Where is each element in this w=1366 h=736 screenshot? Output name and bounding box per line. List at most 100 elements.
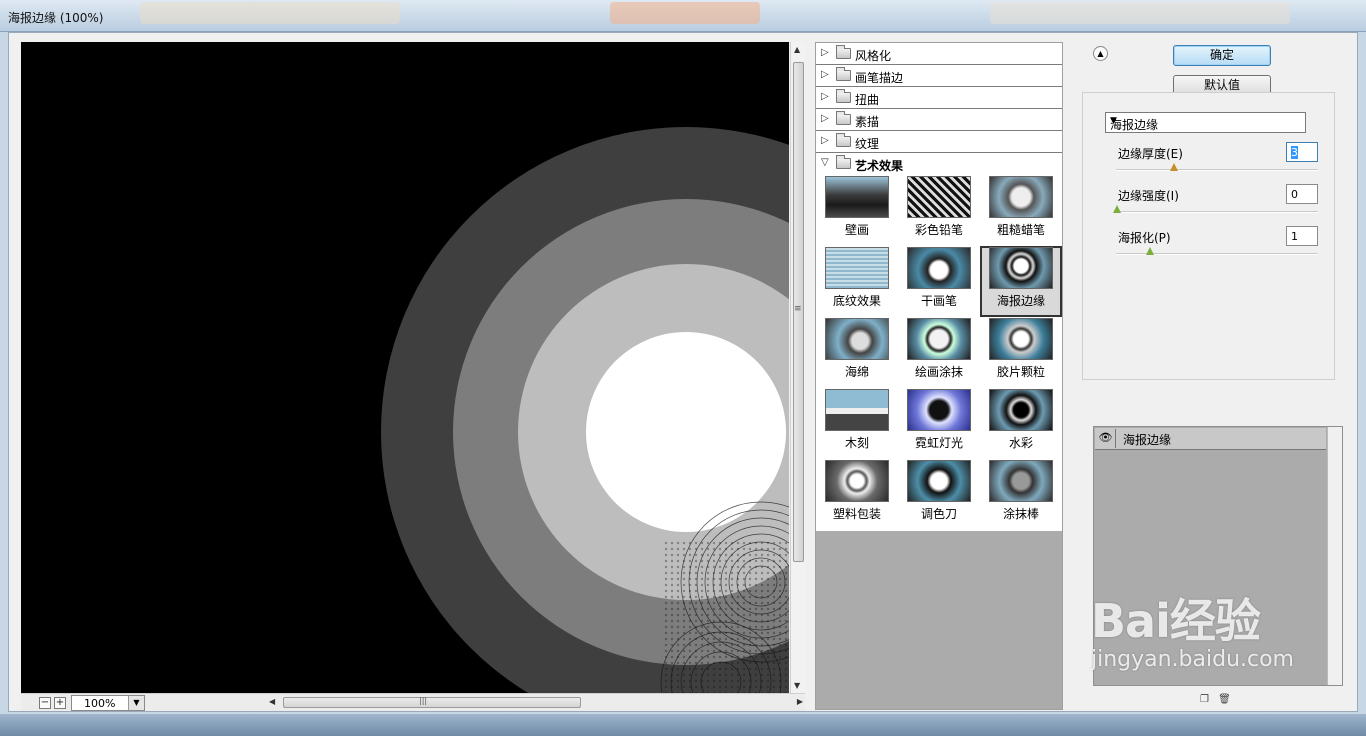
gallery-scrollbar[interactable] <box>1064 42 1078 710</box>
filter-thumb-paint-daubs[interactable]: 绘画涂抹 <box>898 317 980 388</box>
scroll-left-arrow-icon[interactable]: ◀ <box>269 697 275 706</box>
taskbar <box>0 714 1366 736</box>
filter-select[interactable]: 海报边缘 ▼ <box>1105 112 1306 133</box>
filter-label: 干画笔 <box>920 294 957 308</box>
filter-label: 底纹效果 <box>832 294 881 308</box>
filter-label: 海报边缘 <box>996 294 1045 308</box>
thumbnail-image <box>989 318 1053 360</box>
scroll-right-arrow-icon[interactable]: ▶ <box>797 697 803 706</box>
blurred-background <box>990 2 1290 24</box>
new-layer-icon[interactable]: ❐ <box>1200 694 1209 705</box>
filter-thumb-dry-brush[interactable]: 干画笔 <box>898 246 980 317</box>
zoom-out-button[interactable]: − <box>39 697 51 709</box>
expand-arrow-icon[interactable]: ▷ <box>821 91 829 102</box>
category-label: 素描 <box>855 115 880 129</box>
thumbnail-image <box>989 460 1053 502</box>
filter-label: 壁画 <box>844 223 869 237</box>
category-stylize[interactable]: ▷ 风格化 <box>816 43 1062 65</box>
expand-arrow-icon[interactable]: ▷ <box>821 47 829 58</box>
edge-thickness-slider-knob[interactable] <box>1170 163 1178 171</box>
expand-arrow-icon[interactable]: ▷ <box>821 135 829 146</box>
baidu-watermark: Bai经验 jingyan.baidu.com <box>1091 585 1294 672</box>
grip-icon: ||| <box>419 696 428 705</box>
edge-intensity-slider-knob[interactable] <box>1113 205 1121 213</box>
category-label: 扭曲 <box>855 93 880 107</box>
filter-thumb-poster-edges[interactable]: 海报边缘 <box>980 246 1062 317</box>
filter-thumb-sponge[interactable]: 海绵 <box>816 317 898 388</box>
thumbnail-image <box>907 389 971 431</box>
watermark-url: jingyan.baidu.com <box>1090 647 1294 672</box>
thumbnail-image <box>907 460 971 502</box>
category-label: 画笔描边 <box>855 71 904 85</box>
category-sketch[interactable]: ▷ 素描 <box>816 109 1062 131</box>
effect-layer-row[interactable]: 👁 海报边缘 <box>1095 428 1326 450</box>
edge-thickness-slider[interactable] <box>1116 169 1318 171</box>
zoom-in-button[interactable]: + <box>54 697 66 709</box>
filter-thumb-rough-pastels[interactable]: 粗糙蜡笔 <box>980 175 1062 246</box>
collapse-arrow-icon[interactable]: ▽ <box>821 157 829 168</box>
zoom-value: 100% <box>84 697 116 710</box>
zoom-select[interactable]: 100% ▼ <box>71 695 145 711</box>
thumbnail-image <box>907 176 971 218</box>
thumbnail-image <box>989 247 1053 289</box>
thumbnail-image <box>825 176 889 218</box>
folder-icon <box>836 133 851 147</box>
param-label-edge-thickness: 边缘厚度(E) <box>1118 147 1183 161</box>
filter-thumb-palette-knife[interactable]: 调色刀 <box>898 459 980 530</box>
edge-thickness-input[interactable]: 3 <box>1286 142 1318 162</box>
category-texture[interactable]: ▷ 纹理 <box>816 131 1062 153</box>
scroll-thumb[interactable] <box>283 697 581 708</box>
posterization-slider-knob[interactable] <box>1146 247 1154 255</box>
filter-thumb-fresco[interactable]: 壁画 <box>816 175 898 246</box>
filter-gallery: ▷ 风格化 ▷ 画笔描边 ▷ 扭曲 ▷ 素描 ▷ 纹理 ▽ 艺术效果 壁画 彩色… <box>815 42 1063 710</box>
filter-thumb-plastic-wrap[interactable]: 塑料包装 <box>816 459 898 530</box>
folder-open-icon <box>836 155 851 169</box>
expand-arrow-icon[interactable]: ▷ <box>821 69 829 80</box>
posterization-input[interactable]: 1 <box>1286 226 1318 246</box>
expand-arrow-icon[interactable]: ▷ <box>821 113 829 124</box>
param-label-edge-intensity: 边缘强度(I) <box>1118 189 1179 203</box>
preview-image <box>21 42 789 693</box>
preview-vertical-scrollbar[interactable]: ▲ ≡ ▼ <box>790 42 805 693</box>
filter-label: 木刻 <box>844 436 869 450</box>
collapse-gallery-icon[interactable]: ▲ <box>1093 46 1108 61</box>
filter-thumb-neon-glow[interactable]: 霓虹灯光 <box>898 388 980 459</box>
filter-label: 绘画涂抹 <box>914 365 963 379</box>
category-artistic[interactable]: ▽ 艺术效果 <box>816 153 1062 175</box>
blurred-background <box>140 2 400 24</box>
folder-icon <box>836 45 851 59</box>
delete-layer-icon[interactable]: 🗑 <box>1218 694 1231 705</box>
param-label-posterization: 海报化(P) <box>1118 231 1171 245</box>
filter-thumb-watercolor[interactable]: 水彩 <box>980 388 1062 459</box>
edge-intensity-slider[interactable] <box>1116 211 1318 213</box>
filter-thumb-smudge-stick[interactable]: 涂抹棒 <box>980 459 1062 530</box>
filter-label: 水彩 <box>1008 436 1033 450</box>
category-distort[interactable]: ▷ 扭曲 <box>816 87 1062 109</box>
category-brush-strokes[interactable]: ▷ 画笔描边 <box>816 65 1062 87</box>
chevron-down-icon[interactable]: ▼ <box>128 696 144 710</box>
eye-icon[interactable]: 👁 <box>1096 429 1116 448</box>
edge-intensity-input[interactable]: 0 <box>1286 184 1318 204</box>
grip-icon: ≡ <box>794 304 802 314</box>
thumbnail-image <box>989 389 1053 431</box>
thumbnail-image <box>907 318 971 360</box>
filter-thumb-film-grain[interactable]: 胶片颗粒 <box>980 317 1062 388</box>
filter-thumb-colored-pencil[interactable]: 彩色铅笔 <box>898 175 980 246</box>
layers-scrollbar[interactable] <box>1327 427 1342 685</box>
chevron-down-icon: ▼ <box>1110 116 1117 126</box>
thumbnail-image <box>825 460 889 502</box>
thumbnail-image <box>825 389 889 431</box>
filter-thumb-cutout[interactable]: 木刻 <box>816 388 898 459</box>
layer-actions: ❐ 🗑 <box>1200 694 1231 705</box>
preview-canvas[interactable] <box>21 42 789 693</box>
preview-horizontal-scrollbar[interactable]: ◀ ||| ▶ <box>269 695 805 710</box>
ok-button[interactable]: 确定 <box>1173 45 1271 66</box>
filter-label: 粗糙蜡笔 <box>996 223 1045 237</box>
scroll-up-arrow-icon[interactable]: ▲ <box>794 45 800 54</box>
thumbnail-image <box>907 247 971 289</box>
filter-thumb-underpainting[interactable]: 底纹效果 <box>816 246 898 317</box>
filter-label: 塑料包装 <box>832 507 881 521</box>
filter-label: 霓虹灯光 <box>914 436 963 450</box>
window-title: 海报边缘 (100%) <box>8 11 104 25</box>
scroll-down-arrow-icon[interactable]: ▼ <box>794 681 800 690</box>
